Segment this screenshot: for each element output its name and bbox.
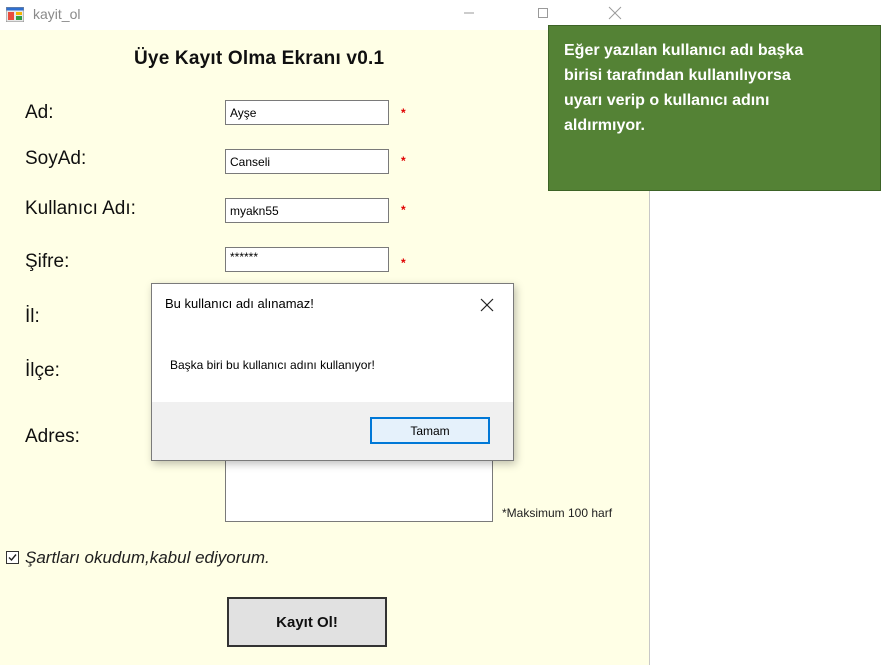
last-name-required-marker: * xyxy=(401,154,406,168)
dialog-close-button[interactable] xyxy=(478,296,496,314)
terms-label[interactable]: Şartları okudum,kabul ediyorum. xyxy=(25,548,270,568)
last-name-label: SoyAd: xyxy=(25,148,87,169)
window-title: kayit_ol xyxy=(33,6,81,22)
username-input[interactable]: myakn55 xyxy=(225,198,389,223)
first-name-required-marker: * xyxy=(401,106,406,120)
password-required-marker: * xyxy=(401,256,406,270)
minimize-button[interactable] xyxy=(446,0,492,30)
dialog-ok-button[interactable]: Tamam xyxy=(370,417,490,444)
address-max-note: *Maksimum 100 harf xyxy=(502,506,613,520)
dialog-title: Bu kullanıcı adı alınamaz! xyxy=(165,296,314,311)
maximize-icon xyxy=(537,6,549,24)
last-name-input[interactable]: Canseli xyxy=(225,149,389,174)
register-button[interactable]: Kayıt Ol! xyxy=(227,597,387,647)
first-name-input[interactable]: Ayşe xyxy=(225,100,389,125)
form-title: Üye Kayıt Olma Ekranı v0.1 xyxy=(134,48,385,69)
first-name-label: Ad: xyxy=(25,102,54,123)
annotation-text: Eğer yazılan kullanıcı adı başka birisi … xyxy=(564,42,804,134)
dialog-message: Başka biri bu kullanıcı adını kullanıyor… xyxy=(170,358,375,372)
username-required-marker: * xyxy=(401,203,406,217)
password-input[interactable]: ****** xyxy=(225,247,389,272)
error-dialog: Bu kullanıcı adı alınamaz! Başka biri bu… xyxy=(151,283,514,461)
address-label: Adres: xyxy=(25,426,80,447)
address-textarea[interactable] xyxy=(225,455,493,522)
close-icon xyxy=(608,6,622,25)
username-label: Kullanıcı Adı: xyxy=(25,198,136,219)
minimize-icon xyxy=(463,6,475,24)
close-icon xyxy=(478,298,496,318)
password-label: Şifre: xyxy=(25,251,70,272)
dialog-footer: Tamam xyxy=(152,402,513,460)
terms-checkbox[interactable] xyxy=(6,551,19,564)
city-label: İl: xyxy=(25,306,40,327)
app-form-icon xyxy=(5,6,25,23)
annotation-callout: Eğer yazılan kullanıcı adı başka birisi … xyxy=(548,25,881,191)
district-label: İlçe: xyxy=(25,360,60,381)
